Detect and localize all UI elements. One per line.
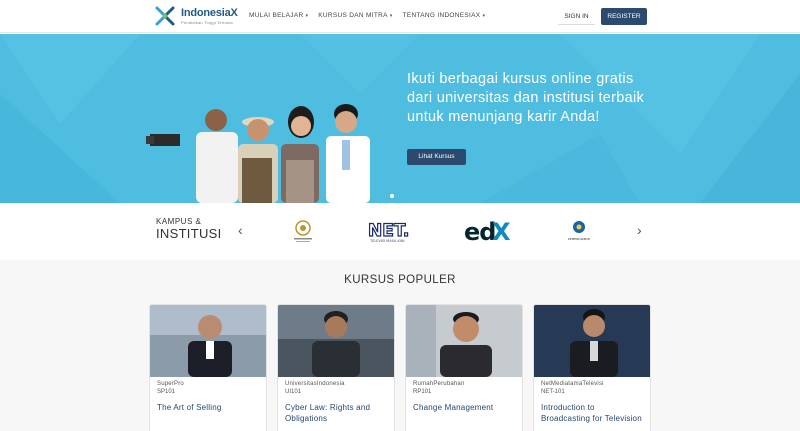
course-title: The Art of Selling	[157, 403, 222, 412]
menu-kursus-dan-mitra[interactable]: KURSUS DAN MITRA ▾	[318, 12, 392, 19]
brand-logo[interactable]: IndonesiaX Pendidikan Tinggi Terbuka	[154, 5, 238, 27]
menu-mulai-belajar[interactable]: MULAI BELAJAR ▾	[249, 12, 308, 19]
brand-mark-icon	[154, 5, 176, 27]
menu-label: KURSUS DAN MITRA	[318, 12, 388, 19]
net-logo-text: NET.	[368, 221, 409, 241]
hero-people-image	[146, 104, 370, 203]
main-menu: MULAI BELAJAR ▾ KURSUS DAN MITRA ▾ TENTANG…	[249, 12, 485, 19]
course-card[interactable]: RumahPerubahan RP101 Change Management	[405, 304, 523, 431]
course-title: Cyber Law: Rights and Obligations	[285, 403, 371, 423]
caret-down-icon: ▾	[389, 13, 393, 19]
course-title: Change Management	[413, 403, 494, 412]
course-card[interactable]: SuperPro SP101 The Art of Selling	[149, 304, 267, 431]
course-title: Introduction to Broadcasting for Televis…	[541, 403, 642, 423]
caret-down-icon: ▾	[482, 13, 486, 19]
hero-title: Ikuti berbagai kursus online gratis dari…	[407, 71, 645, 125]
popular-courses-section: KURSUS POPULER SuperPro SP101 The Art of…	[0, 260, 800, 431]
caret-down-icon: ▾	[305, 13, 309, 19]
partners-strip: KAMPUS & INSTITUSI ‹ NET. TELEVISI MASA …	[0, 203, 800, 260]
course-org: UniversitasIndonesia	[285, 381, 345, 387]
top-navbar: IndonesiaX Pendidikan Tinggi Terbuka MUL…	[0, 0, 800, 33]
section-title: KURSUS POPULER	[344, 274, 456, 286]
menu-tentang-indonesiax[interactable]: TENTANG INDONESIAX ▾	[403, 12, 486, 19]
svg-text:ed: ed	[464, 218, 495, 245]
course-code: UI101	[285, 389, 302, 395]
register-button[interactable]: REGISTER	[601, 8, 647, 25]
edx-logo[interactable]: ed X	[464, 217, 516, 250]
hero-background-shapes	[0, 34, 800, 203]
course-code: RP101	[413, 389, 432, 395]
course-code: SP101	[157, 389, 176, 395]
course-thumbnail	[534, 305, 650, 377]
kemdikbud-logo[interactable]: KEMENDIKBUD	[566, 219, 592, 248]
view-courses-button[interactable]: Lihat Kursus	[407, 149, 466, 165]
course-org: NetMediatamaTelevisi	[541, 381, 604, 387]
ui-seal-logo[interactable]	[290, 219, 316, 248]
menu-label: MULAI BELAJAR	[249, 12, 304, 19]
course-card[interactable]: NetMediatamaTelevisi NET-101 Introductio…	[533, 304, 651, 431]
course-org: RumahPerubahan	[413, 381, 465, 387]
course-org: SuperPro	[157, 381, 184, 387]
net-logo-subtext: TELEVISI MASA KINI	[369, 239, 405, 243]
course-thumbnail	[150, 305, 266, 377]
partners-label: KAMPUS & INSTITUSI	[156, 217, 222, 241]
sign-in-button[interactable]: SIGN IN	[558, 9, 595, 25]
net-logo[interactable]: NET. TELEVISI MASA KINI	[367, 220, 424, 248]
carousel-dot[interactable]	[390, 194, 394, 198]
chevron-right-icon[interactable]: ›	[637, 222, 642, 238]
hero-banner: Ikuti berbagai kursus online gratis dari…	[0, 34, 800, 203]
course-thumbnail	[278, 305, 394, 377]
menu-label: TENTANG INDONESIAX	[402, 12, 481, 19]
brand-tagline: Pendidikan Tinggi Terbuka	[181, 19, 233, 25]
course-thumbnail	[406, 305, 522, 377]
brand-name: IndonesiaX	[181, 6, 238, 19]
chevron-left-icon[interactable]: ‹	[238, 222, 243, 238]
course-code: NET-101	[541, 389, 565, 395]
svg-text:KEMENDIKBUD: KEMENDIKBUD	[568, 237, 591, 241]
course-card[interactable]: UniversitasIndonesia UI101 Cyber Law: Ri…	[277, 304, 395, 431]
svg-text:X: X	[492, 218, 511, 245]
